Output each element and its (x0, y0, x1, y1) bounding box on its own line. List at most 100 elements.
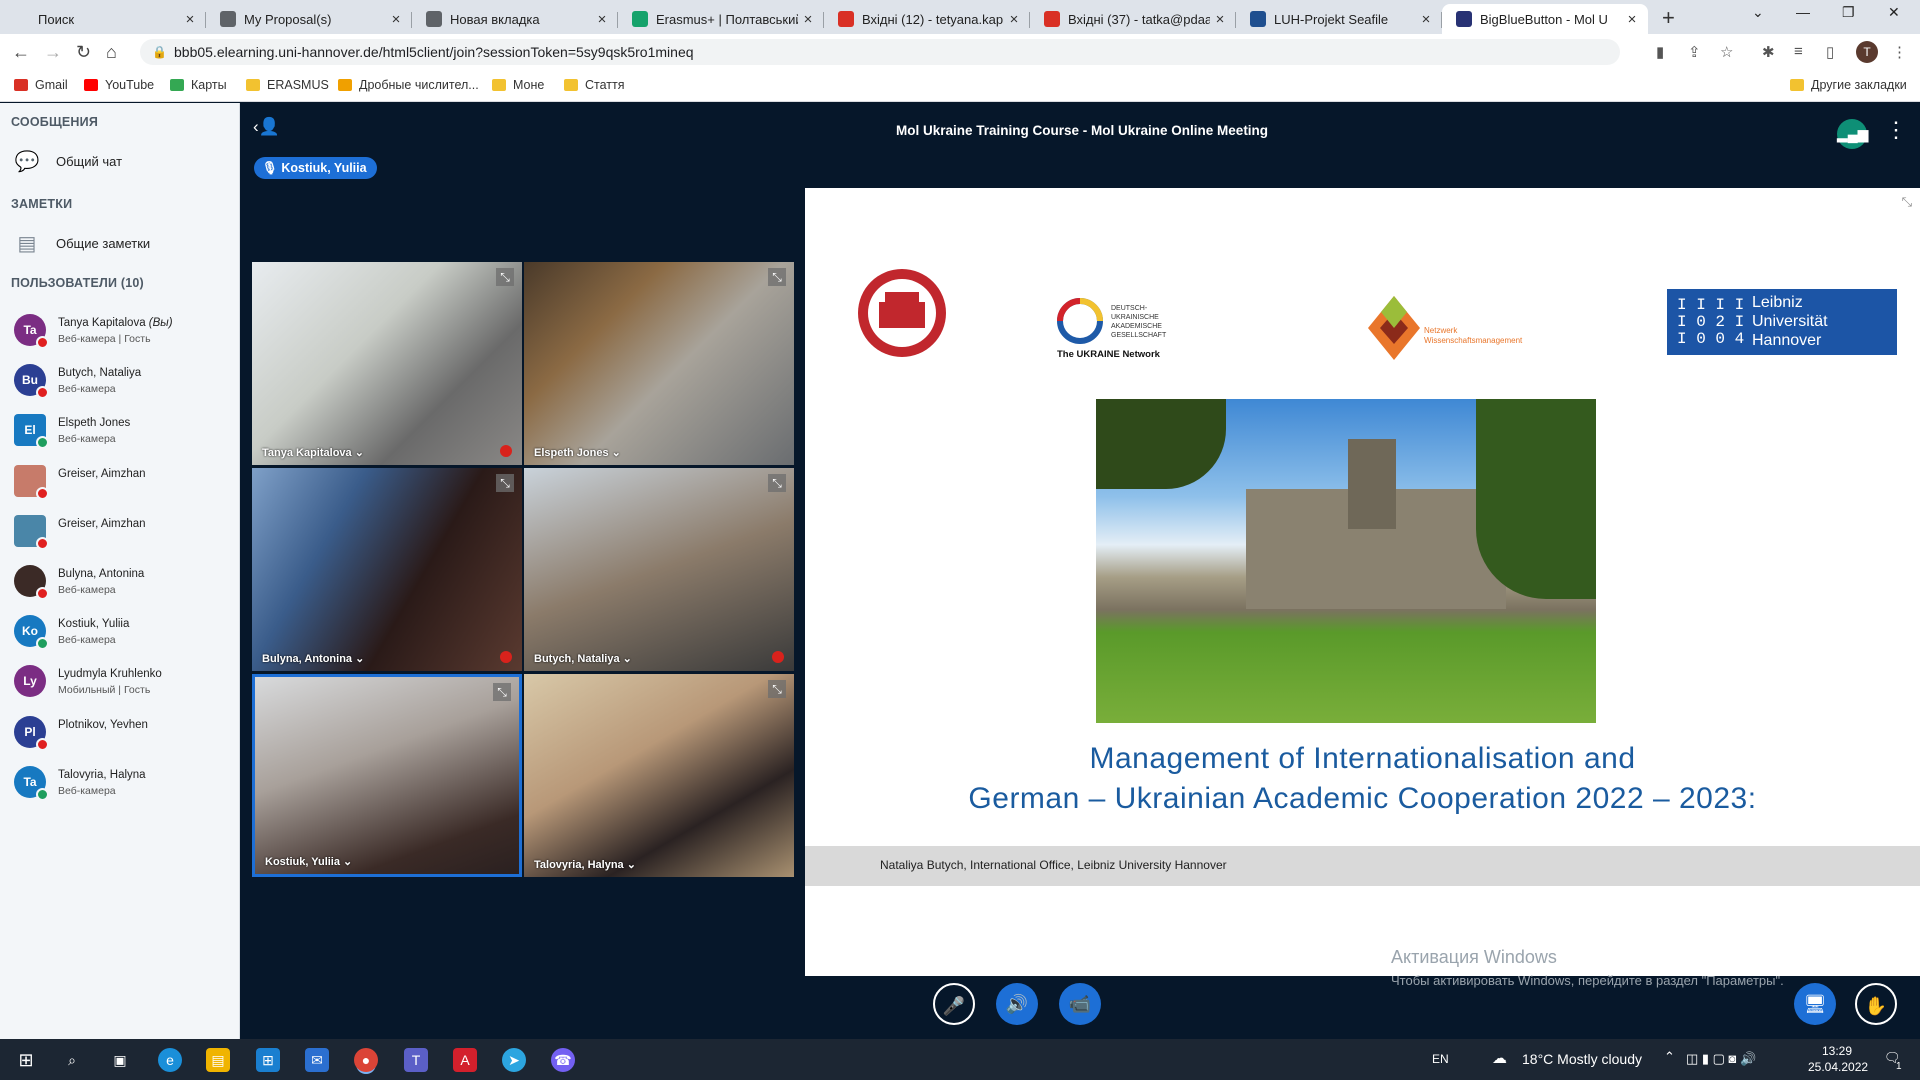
close-tab-icon[interactable]: × (1622, 11, 1642, 28)
tab-3[interactable]: Новая вкладка × (412, 4, 618, 34)
share-icon[interactable]: ⇪ (1688, 43, 1701, 61)
close-tab-icon[interactable]: × (1416, 11, 1436, 28)
user-list-item[interactable]: Ta Tanya Kapitalova (Вы) Веб-камера | Гост… (14, 314, 234, 358)
url-bar[interactable]: 🔒 bbb05.elearning.uni-hannover.de/html5cl… (140, 39, 1620, 65)
pdf-reader-icon[interactable]: A (453, 1048, 477, 1072)
fullscreen-icon[interactable]: ⤡ (496, 268, 514, 286)
file-explorer-icon[interactable]: ▤ (206, 1048, 230, 1072)
user-list-item[interactable]: Bulyna, Antonina Веб-камера (14, 565, 234, 609)
video-name-label[interactable]: Kostiuk, Yuliia ⌄ (265, 855, 352, 868)
fullscreen-icon[interactable]: ⤡ (768, 268, 786, 286)
fullscreen-icon[interactable]: ⤡ (493, 683, 511, 701)
connection-status-icon[interactable]: ▂▄▆ (1837, 119, 1868, 149)
tab-2[interactable]: My Proposal(s) × (206, 4, 412, 34)
language-indicator[interactable]: EN (1432, 1052, 1449, 1066)
clock-time[interactable]: 13:29 (1822, 1044, 1852, 1058)
back-icon[interactable]: ← (12, 42, 30, 63)
bookmark-item[interactable]: ERASMUS (246, 78, 329, 92)
home-icon[interactable]: ⌂ (106, 42, 117, 63)
shared-notes-item[interactable]: ▤ Общие заметки (14, 231, 151, 255)
weather-text[interactable]: 18°C Mostly cloudy (1522, 1051, 1642, 1067)
telegram-icon[interactable]: ➤ (502, 1048, 526, 1072)
fullscreen-icon[interactable]: ⤡ (1902, 194, 1912, 210)
video-name-label[interactable]: Bulyna, Antonina ⌄ (262, 652, 364, 665)
new-tab-button[interactable]: + (1662, 5, 1675, 31)
public-chat-item[interactable]: 💬 Общий чат (14, 149, 123, 173)
close-tab-icon[interactable]: × (1004, 11, 1024, 28)
user-list-item[interactable]: Bu Butych, Nataliya Веб-камера (14, 364, 234, 408)
menu-kebab-icon[interactable]: ⋮ (1892, 43, 1907, 61)
store-icon[interactable]: ⊞ (256, 1048, 280, 1072)
video-tile[interactable]: ⤡ Tanya Kapitalova ⌄ (252, 262, 522, 465)
bookmark-star-icon[interactable]: ☆ (1720, 43, 1733, 61)
webcam-button[interactable]: 📹 (1059, 983, 1101, 1025)
task-view-icon[interactable]: ▣ (108, 1048, 132, 1072)
tab-5[interactable]: Вхідні (12) - tetyana.kapita × (824, 4, 1030, 34)
audio-button[interactable]: 🔊 (996, 983, 1038, 1025)
extensions-icon[interactable]: ✱ (1762, 43, 1775, 61)
search-icon[interactable]: ⌕ (60, 1048, 84, 1072)
minimize-icon[interactable]: — (1796, 4, 1810, 20)
user-list-item[interactable]: Pl Plotnikov, Yevhen (14, 715, 234, 760)
video-tile[interactable]: ⤡ Butych, Nataliya ⌄ (524, 468, 794, 671)
user-list-item[interactable]: Greiser, Aimzhan (14, 464, 234, 509)
tab-search-icon[interactable]: ⌄ (1752, 4, 1764, 21)
bookmark-item[interactable]: Карты (170, 78, 227, 92)
video-name-label[interactable]: Butych, Nataliya ⌄ (534, 652, 632, 665)
chrome-icon[interactable]: ● (354, 1048, 378, 1072)
fullscreen-icon[interactable]: ⤡ (768, 474, 786, 492)
raise-hand-button[interactable]: ✋ (1855, 983, 1897, 1025)
video-tile[interactable]: ⤡ Talovyria, Halyna ⌄ (524, 674, 794, 877)
bookmark-item[interactable]: Gmail (14, 78, 68, 92)
video-name-label[interactable]: Talovyria, Halyna ⌄ (534, 858, 636, 871)
tab-4[interactable]: Erasmus+ | Полтавський д× (618, 4, 824, 34)
video-name-label[interactable]: Tanya Kapitalova ⌄ (262, 446, 364, 459)
tray-icons[interactable]: ◫ ▮ ▢ ◙ 🔊 (1686, 1051, 1756, 1067)
close-window-icon[interactable]: ✕ (1888, 4, 1900, 21)
fullscreen-icon[interactable]: ⤡ (768, 680, 786, 698)
fullscreen-icon[interactable]: ⤡ (496, 474, 514, 492)
camera-in-use-icon[interactable]: ▮ (1656, 43, 1664, 61)
bookmark-item[interactable]: YouTube (84, 78, 154, 92)
options-menu-icon[interactable]: ⋮ (1885, 117, 1907, 143)
reload-icon[interactable]: ↻ (76, 42, 91, 63)
mail-icon[interactable]: ✉ (305, 1048, 329, 1072)
other-bookmarks[interactable]: Другие закладки (1790, 78, 1907, 92)
profile-avatar[interactable]: T (1856, 41, 1878, 63)
video-tile[interactable]: ⤡ Kostiuk, Yuliia ⌄ (252, 674, 522, 877)
close-tab-icon[interactable]: × (798, 11, 818, 28)
toggle-userlist-icon[interactable]: ‹👤 (253, 117, 280, 137)
video-name-label[interactable]: Elspeth Jones ⌄ (534, 446, 621, 459)
user-list-item[interactable]: Ko Kostiuk, Yuliia Веб-камера (14, 615, 234, 659)
user-list-item[interactable]: Ta Talovyria, Halyna Веб-камера (14, 765, 234, 810)
restore-icon[interactable]: ❐ (1842, 4, 1855, 21)
user-list-item[interactable]: Ly Lyudmyla Kruhlenko Мобильный | Гость (14, 665, 234, 709)
tab-8[interactable]: BigBlueButton - Mol U × (1442, 4, 1648, 34)
presentation-toggle-button[interactable]: 🖥 (1794, 983, 1836, 1025)
tray-chevron-icon[interactable]: ⌃ (1664, 1049, 1675, 1065)
tab-1[interactable]: Поиск × (0, 4, 206, 34)
close-tab-icon[interactable]: × (386, 11, 406, 28)
side-panel-icon[interactable]: ▯ (1826, 43, 1834, 61)
bookmark-item[interactable]: Моне (492, 78, 544, 92)
windows-start-icon[interactable]: ⊞ (14, 1048, 38, 1072)
mute-microphone-button[interactable]: 🎤 (933, 983, 975, 1025)
forward-icon[interactable]: → (44, 42, 62, 63)
tab-7[interactable]: LUH-Projekt Seafile × (1236, 4, 1442, 34)
close-tab-icon[interactable]: × (1210, 11, 1230, 28)
bookmark-item[interactable]: Дробные числител... (338, 78, 479, 92)
video-tile[interactable]: ⤡ Bulyna, Antonina ⌄ (252, 468, 522, 671)
clock-date[interactable]: 25.04.2022 (1808, 1060, 1868, 1074)
leibniz-logo: I I I II 0 2 II 0 0 4 Leibniz Universitä… (1667, 289, 1897, 355)
user-list-item[interactable]: Greiser, Aimzhan (14, 514, 234, 559)
tab-6[interactable]: Вхідні (37) - tatka@pdaa.e × (1030, 4, 1236, 34)
bookmark-item[interactable]: Стаття (564, 78, 625, 92)
viber-icon[interactable]: ☎ (551, 1048, 575, 1072)
user-list-item[interactable]: El Elspeth Jones Веб-камера (14, 414, 234, 458)
teams-icon[interactable]: T (404, 1048, 428, 1072)
video-tile[interactable]: ⤡ Elspeth Jones ⌄ (524, 262, 794, 465)
close-tab-icon[interactable]: × (180, 11, 200, 28)
edge-icon[interactable]: e (158, 1048, 182, 1072)
close-tab-icon[interactable]: × (592, 11, 612, 28)
reading-list-icon[interactable]: ≡ (1794, 43, 1803, 60)
